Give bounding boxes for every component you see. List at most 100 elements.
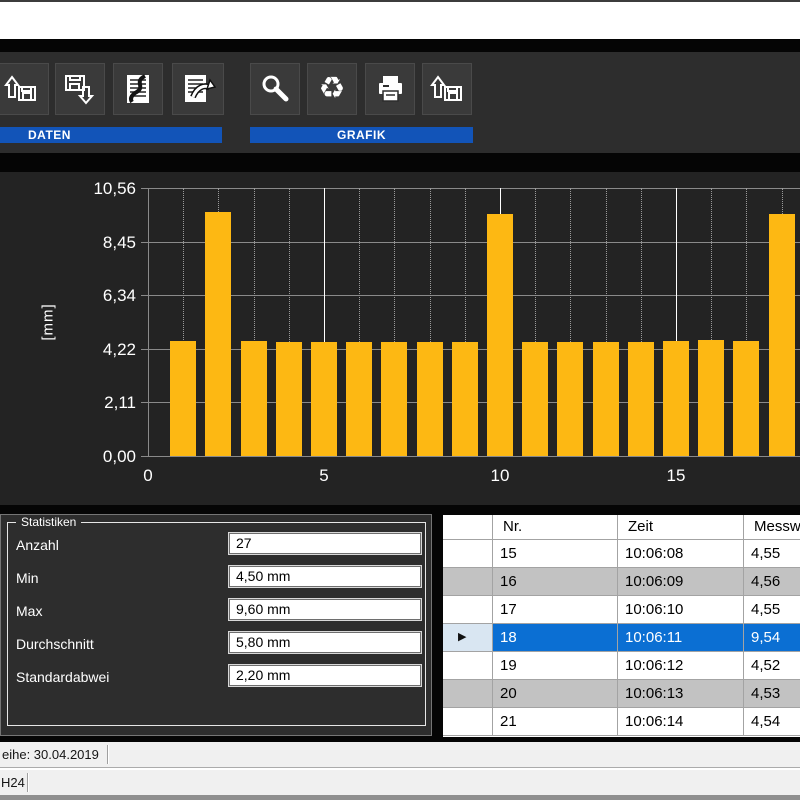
statistics-title: Statistiken xyxy=(16,515,81,529)
recycle-icon: ♻ xyxy=(319,74,346,104)
cell-zeit: 10:06:09 xyxy=(618,568,744,596)
x-tick-label: 5 xyxy=(319,466,328,486)
col-header-messwert[interactable]: Messwert xyxy=(744,515,800,540)
save-graphic-button[interactable] xyxy=(422,63,472,115)
stat-value-max[interactable]: 9,60 mm xyxy=(229,599,421,620)
y-tick-label: 2,11 xyxy=(74,393,136,413)
status-text-date: eihe: 30.04.2019 xyxy=(2,742,99,767)
chart-bar xyxy=(522,342,548,456)
cell-nr: 17 xyxy=(493,596,618,624)
row-header[interactable] xyxy=(443,708,493,736)
chart-bar xyxy=(417,342,443,456)
cell-messwert: 4,56 xyxy=(744,568,800,596)
table-row[interactable]: ▶1810:06:119,54 xyxy=(443,624,800,652)
chart-bar xyxy=(205,212,231,456)
magnifier-icon xyxy=(258,72,292,106)
y-tick-label: 0,00 xyxy=(74,447,136,467)
stat-label-max: Max xyxy=(16,603,42,619)
row-header-current[interactable]: ▶ xyxy=(443,624,493,652)
measurement-table[interactable]: Nr. Zeit Messwert 1510:06:084,551610:06:… xyxy=(443,515,800,737)
cell-nr: 19 xyxy=(493,652,618,680)
cell-nr: 18 xyxy=(493,624,618,652)
cell-zeit: 10:06:14 xyxy=(618,708,744,736)
toolbar-group-grafik-label: GRAFIK xyxy=(250,127,473,143)
clear-document-button[interactable] xyxy=(113,63,163,115)
window-bottom-border xyxy=(0,795,800,800)
refresh-button[interactable]: ♻ xyxy=(307,63,357,115)
floppy-arrow-down-icon xyxy=(62,71,98,107)
row-header[interactable] xyxy=(443,652,493,680)
zoom-button[interactable] xyxy=(250,63,300,115)
cell-nr: 15 xyxy=(493,540,618,568)
toolbar-group-daten-label: DATEN xyxy=(0,127,222,143)
cell-messwert: 4,53 xyxy=(744,680,800,708)
col-header-nr[interactable]: Nr. xyxy=(493,515,618,540)
stat-value-durchschnitt[interactable]: 5,80 mm xyxy=(229,632,421,653)
y-axis-title: [mm] xyxy=(40,303,57,340)
y-axis xyxy=(148,188,149,456)
y-tick-label: 8,45 xyxy=(74,233,136,253)
cell-zeit: 10:06:10 xyxy=(618,596,744,624)
chart-bar xyxy=(698,340,724,456)
table-body: 1510:06:084,551610:06:094,561710:06:104,… xyxy=(443,540,800,736)
chart-bar xyxy=(663,341,689,456)
cell-nr: 21 xyxy=(493,708,618,736)
col-header-zeit[interactable]: Zeit xyxy=(618,515,744,540)
document-clear-icon xyxy=(120,71,156,107)
y-tick xyxy=(141,402,148,403)
row-header[interactable] xyxy=(443,680,493,708)
cell-zeit: 10:06:12 xyxy=(618,652,744,680)
cell-messwert: 4,55 xyxy=(744,540,800,568)
cell-zeit: 10:06:08 xyxy=(618,540,744,568)
cell-nr: 20 xyxy=(493,680,618,708)
save-data-button[interactable] xyxy=(55,63,105,115)
table-row[interactable]: 1910:06:124,52 xyxy=(443,652,800,680)
y-tick-label: 10,56 xyxy=(74,179,136,199)
chart-bar xyxy=(628,342,654,456)
toolbar: ♻ DATEN GRAFIK xyxy=(0,52,800,153)
y-gridline xyxy=(148,188,800,189)
print-button[interactable] xyxy=(365,63,415,115)
chart-bar xyxy=(557,342,583,456)
stat-value-min[interactable]: 4,50 mm xyxy=(229,566,421,587)
stat-label-standardabwei: Standardabwei xyxy=(16,669,109,685)
table-header-row: Nr. Zeit Messwert xyxy=(443,515,800,540)
table-row[interactable]: 2010:06:134,53 xyxy=(443,680,800,708)
floppy-arrow-up-icon xyxy=(3,71,39,107)
stat-value-standardabwei[interactable]: 2,20 mm xyxy=(229,665,421,686)
table-row[interactable]: 1610:06:094,56 xyxy=(443,568,800,596)
table-row[interactable]: 1710:06:104,55 xyxy=(443,596,800,624)
y-gridline xyxy=(148,295,800,296)
floppy-arrow-up-icon xyxy=(429,71,465,107)
y-tick xyxy=(141,188,148,189)
cell-messwert: 4,55 xyxy=(744,596,800,624)
row-header[interactable] xyxy=(443,540,493,568)
x-tick-label: 0 xyxy=(143,466,152,486)
document-export-icon xyxy=(180,71,216,107)
status-separator xyxy=(27,773,29,792)
table-corner-cell xyxy=(443,515,493,540)
row-header[interactable] xyxy=(443,596,493,624)
y-tick xyxy=(141,456,148,457)
load-data-button[interactable] xyxy=(0,63,49,115)
chart-bar xyxy=(733,341,759,456)
measurement-bar-chart[interactable]: 0,002,114,226,348,4510,56051015[mm] xyxy=(0,172,800,505)
status-bar-messreihe: eihe: 30.04.2019 xyxy=(0,742,800,768)
chart-bar xyxy=(381,342,407,456)
chart-bar xyxy=(311,342,337,456)
export-document-button[interactable] xyxy=(172,63,224,115)
chart-bar xyxy=(170,341,196,456)
y-gridline xyxy=(148,456,800,457)
table-row[interactable]: 2110:06:144,54 xyxy=(443,708,800,736)
cell-zeit: 10:06:13 xyxy=(618,680,744,708)
stat-label-min: Min xyxy=(16,570,39,586)
cell-zeit: 10:06:11 xyxy=(618,624,744,652)
statistics-panel: Statistiken Anzahl 27 Min 4,50 mm Max 9,… xyxy=(0,514,432,736)
y-tick-label: 6,34 xyxy=(74,286,136,306)
stat-value-anzahl[interactable]: 27 xyxy=(229,533,421,554)
y-tick xyxy=(141,295,148,296)
stat-label-durchschnitt: Durchschnitt xyxy=(16,636,94,652)
row-header[interactable] xyxy=(443,568,493,596)
chart-bar xyxy=(452,342,478,456)
table-row[interactable]: 1510:06:084,55 xyxy=(443,540,800,568)
